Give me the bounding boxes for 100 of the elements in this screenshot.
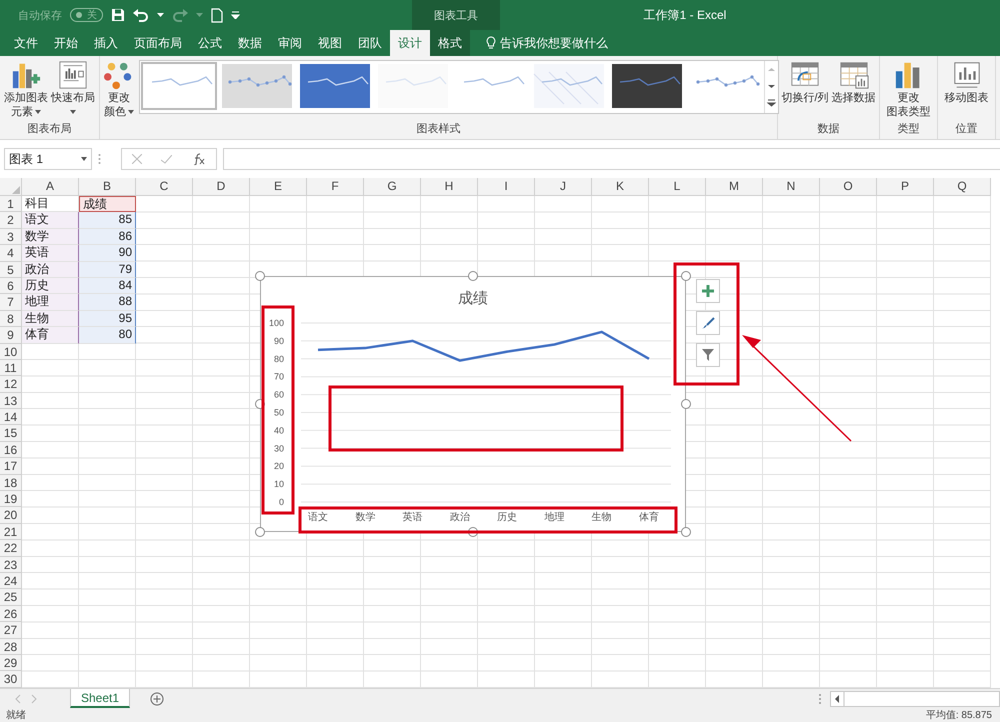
row-header[interactable]: 20 [0, 507, 22, 524]
chart-side-button[interactable] [696, 343, 720, 367]
row-header[interactable]: 14 [0, 409, 22, 426]
ribbon-tab[interactable]: 开始 [46, 30, 86, 56]
enter-icon[interactable] [161, 154, 172, 164]
resize-handle[interactable] [468, 271, 478, 281]
chart-style-thumbnail[interactable] [609, 62, 685, 110]
ribbon-tab[interactable]: 公式 [190, 30, 230, 56]
undo-icon[interactable] [133, 8, 149, 22]
add-sheet-icon[interactable] [150, 692, 164, 706]
ribbon-button[interactable]: 选择数据 [830, 60, 877, 105]
table-cell: 英语 [22, 245, 79, 262]
ribbon-tab[interactable]: 审阅 [270, 30, 310, 56]
prev-sheet-icon[interactable] [14, 694, 22, 704]
ribbon-button[interactable]: 切换行/列 [780, 60, 830, 105]
chart-style-thumbnail[interactable] [531, 62, 607, 110]
chart-side-button[interactable] [696, 311, 720, 335]
next-sheet-icon[interactable] [30, 694, 38, 704]
row-header[interactable]: 8 [0, 310, 22, 328]
resize-handle[interactable] [681, 527, 691, 537]
ribbon-button[interactable]: 更改 图表类型 [886, 60, 932, 119]
ribbon-button[interactable]: 移动图表 [944, 60, 990, 105]
row-header[interactable]: 28 [0, 638, 22, 655]
ribbon-tab[interactable]: 数据 [230, 30, 270, 56]
column-header[interactable]: Q [934, 178, 991, 196]
row-header[interactable]: 22 [0, 540, 22, 557]
group-label: 类型 [898, 122, 920, 137]
column-header[interactable]: N [763, 178, 820, 196]
redo-icon[interactable] [172, 8, 188, 22]
ribbon-tab[interactable]: 页面布局 [126, 30, 190, 56]
column-header[interactable]: J [535, 178, 592, 196]
ribbon-tab[interactable]: 插入 [86, 30, 126, 56]
cancel-icon[interactable] [132, 154, 142, 164]
save-icon[interactable] [111, 8, 125, 22]
column-header[interactable]: E [250, 178, 307, 196]
horizontal-scrollbar[interactable] [830, 690, 1000, 706]
row-header[interactable]: 2 [0, 212, 22, 229]
column-header[interactable]: A [22, 178, 79, 196]
row-header[interactable]: 4 [0, 245, 22, 262]
row-header[interactable]: 5 [0, 262, 22, 278]
row-header[interactable]: 1 [0, 196, 22, 212]
row-header[interactable]: 9 [0, 327, 22, 344]
chart-style-thumbnail[interactable] [141, 62, 217, 110]
row-header[interactable]: 10 [0, 344, 22, 360]
formula-input[interactable] [223, 148, 1000, 170]
row-header[interactable]: 29 [0, 654, 22, 672]
row-header[interactable]: 23 [0, 556, 22, 573]
customize-icon[interactable] [231, 11, 240, 19]
row-header[interactable]: 7 [0, 294, 22, 311]
ribbon-tab[interactable]: 团队 [350, 30, 390, 56]
ribbon-button[interactable]: 添加图表 元素 [3, 60, 49, 119]
column-header[interactable]: C [136, 178, 193, 196]
row-header[interactable]: 6 [0, 278, 22, 294]
chart-style-thumbnail[interactable] [297, 62, 373, 110]
row-header[interactable]: 12 [0, 376, 22, 393]
column-header[interactable]: I [478, 178, 535, 196]
row-header[interactable]: 18 [0, 474, 22, 492]
column-header[interactable]: P [877, 178, 934, 196]
column-header[interactable]: K [592, 178, 649, 196]
function-icon[interactable] [192, 153, 206, 165]
ribbon-tab[interactable]: 视图 [310, 30, 350, 56]
tell-me-button[interactable]: 告诉我你想要做什么 [480, 30, 614, 56]
resize-handle[interactable] [255, 271, 265, 281]
chart-style-thumbnail[interactable] [219, 62, 295, 110]
row-header[interactable]: 17 [0, 458, 22, 475]
column-header[interactable]: B [79, 178, 136, 196]
column-header[interactable]: H [421, 178, 478, 196]
row-header[interactable]: 25 [0, 589, 22, 606]
row-header[interactable]: 21 [0, 524, 22, 540]
row-header[interactable]: 24 [0, 572, 22, 590]
new-document-icon[interactable] [211, 8, 223, 22]
select-all-button[interactable] [0, 178, 22, 196]
resize-handle[interactable] [255, 527, 265, 537]
column-header[interactable]: L [649, 178, 706, 196]
row-header[interactable]: 19 [0, 491, 22, 508]
column-header[interactable]: F [307, 178, 364, 196]
line-chart[interactable]: 成绩 0 10 20 30 40 50 60 70 80 90 100 语文 数学 英语 政治 历史 地理 生物 体育 [260, 276, 686, 532]
ribbon-button[interactable]: 快速布局 [50, 60, 96, 119]
column-header[interactable]: O [820, 178, 877, 196]
row-header[interactable]: 27 [0, 622, 22, 639]
row-header[interactable]: 30 [0, 671, 22, 688]
sheet-tab[interactable]: Sheet1 [70, 689, 130, 708]
resize-handle[interactable] [681, 271, 691, 281]
column-header[interactable]: G [364, 178, 421, 196]
row-header[interactable]: 13 [0, 392, 22, 410]
row-header[interactable]: 15 [0, 425, 22, 442]
chart-side-button[interactable] [696, 279, 720, 303]
window-title: 工作簿1 - Excel [642, 6, 728, 24]
row-header[interactable]: 26 [0, 606, 22, 622]
row-header[interactable]: 16 [0, 442, 22, 458]
ribbon-tab[interactable]: 格式 [430, 30, 470, 56]
column-header[interactable]: M [706, 178, 763, 196]
ribbon-button[interactable]: 更改 颜色 [102, 60, 136, 119]
name-box[interactable]: 图表 1 [4, 148, 92, 170]
row-header[interactable]: 3 [0, 228, 22, 246]
ribbon-tab[interactable]: 文件 [6, 30, 46, 56]
resize-handle[interactable] [681, 399, 691, 409]
ribbon-tab[interactable]: 设计 [390, 30, 430, 56]
row-header[interactable]: 11 [0, 360, 22, 376]
column-header[interactable]: D [193, 178, 250, 196]
